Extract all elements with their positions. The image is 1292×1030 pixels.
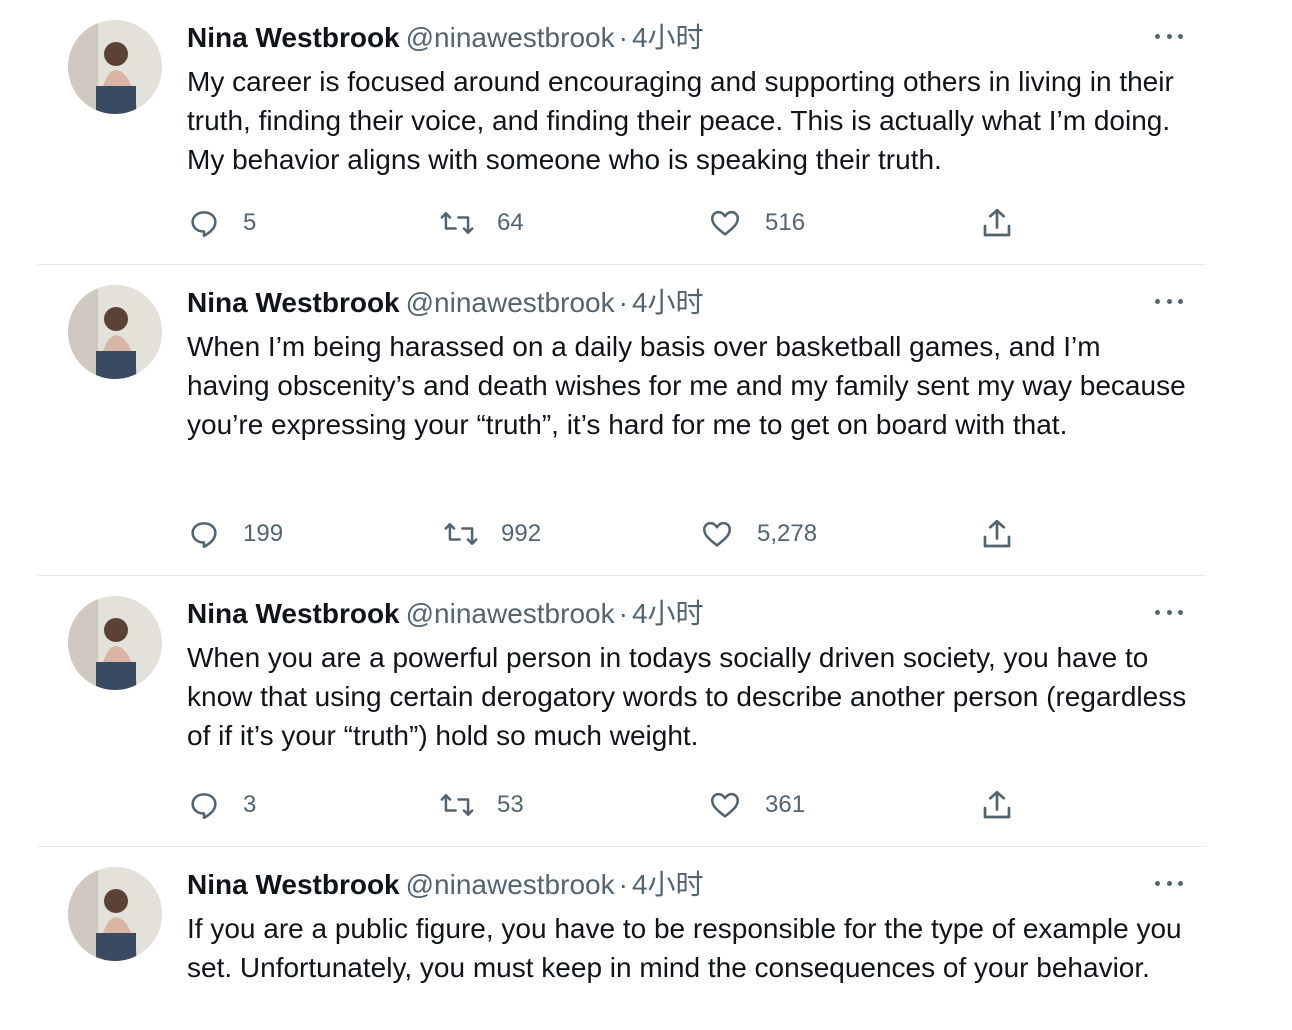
more-dots-icon[interactable] — [1152, 871, 1186, 895]
separator-dot: · — [618, 22, 628, 53]
tweet-header: Nina Westbrook @ninawestbrook · 4小时 — [187, 867, 704, 903]
like-count: 361 — [765, 791, 806, 818]
tweet[interactable]: Nina Westbrook @ninawestbrook · 4小时 If you … — [38, 847, 1206, 1030]
author-name[interactable]: Nina Westbrook — [187, 22, 400, 53]
heart-icon — [702, 521, 732, 547]
comment-bubble-icon — [191, 793, 217, 820]
tweet-text: If you are a public figure, you have to … — [187, 913, 1182, 983]
share-button[interactable] — [979, 785, 1015, 825]
timestamp[interactable]: 4小时 — [632, 869, 704, 900]
author-handle[interactable]: @ninawestbrook — [406, 287, 615, 318]
author-name[interactable]: Nina Westbrook — [187, 287, 400, 318]
author-handle[interactable]: @ninawestbrook — [406, 598, 615, 629]
comment-bubble-icon — [191, 211, 217, 238]
tweet-actions: 3 53 361 — [187, 785, 1067, 825]
retweet-arrows-icon — [444, 523, 478, 545]
avatar[interactable] — [68, 20, 162, 114]
like-button[interactable]: 5,278 — [699, 514, 817, 554]
tweet-header: Nina Westbrook @ninawestbrook · 4小时 — [187, 285, 704, 321]
share-upload-icon — [983, 208, 1011, 237]
heart-icon — [710, 792, 740, 818]
heart-icon — [710, 210, 740, 236]
retweet-count: 53 — [497, 791, 524, 818]
retweet-count: 64 — [497, 209, 524, 236]
author-handle[interactable]: @ninawestbrook — [406, 869, 615, 900]
author-name[interactable]: Nina Westbrook — [187, 598, 400, 629]
comment-bubble-icon — [191, 522, 217, 549]
avatar[interactable] — [68, 867, 162, 961]
author-name[interactable]: Nina Westbrook — [187, 869, 400, 900]
timestamp[interactable]: 4小时 — [632, 22, 704, 53]
avatar[interactable] — [68, 596, 162, 690]
separator-dot: · — [618, 869, 628, 900]
tweet-actions: 5 64 516 — [187, 203, 1067, 243]
like-count: 516 — [765, 209, 806, 236]
tweet-text: My career is focused around encouraging … — [187, 66, 1174, 175]
share-upload-icon — [983, 519, 1011, 548]
retweet-button[interactable]: 64 — [439, 203, 524, 243]
timestamp[interactable]: 4小时 — [632, 598, 704, 629]
more-dots-icon[interactable] — [1152, 289, 1186, 313]
retweet-button[interactable]: 992 — [443, 514, 541, 554]
tweet-text: When I’m being harassed on a daily basis… — [187, 331, 1186, 440]
tweet-actions: 199 992 5,278 — [187, 514, 1067, 554]
separator-dot: · — [618, 287, 628, 318]
more-dots-icon[interactable] — [1152, 24, 1186, 48]
avatar[interactable] — [68, 285, 162, 379]
reply-button[interactable]: 3 — [187, 785, 256, 825]
tweet-header: Nina Westbrook @ninawestbrook · 4小时 — [187, 20, 704, 56]
retweet-button[interactable]: 53 — [439, 785, 524, 825]
share-button[interactable] — [979, 203, 1015, 243]
retweet-arrows-icon — [440, 212, 474, 234]
reply-count: 3 — [243, 791, 257, 818]
reply-button[interactable]: 5 — [187, 203, 256, 243]
reply-button[interactable]: 199 — [187, 514, 283, 554]
tweet[interactable]: Nina Westbrook @ninawestbrook · 4小时 When I’… — [38, 265, 1206, 576]
reply-count: 5 — [243, 209, 257, 236]
tweet[interactable]: Nina Westbrook @ninawestbrook · 4小时 My care… — [38, 0, 1206, 265]
like-button[interactable]: 516 — [707, 203, 805, 243]
separator-dot: · — [618, 598, 628, 629]
reply-count: 199 — [243, 520, 284, 547]
like-count: 5,278 — [757, 520, 818, 547]
tweet[interactable]: Nina Westbrook @ninawestbrook · 4小时 When yo… — [38, 576, 1206, 847]
share-upload-icon — [983, 790, 1011, 819]
retweet-count: 992 — [501, 520, 542, 547]
author-handle[interactable]: @ninawestbrook — [406, 22, 615, 53]
more-dots-icon[interactable] — [1152, 600, 1186, 624]
retweet-arrows-icon — [440, 794, 474, 816]
share-button[interactable] — [979, 514, 1015, 554]
like-button[interactable]: 361 — [707, 785, 805, 825]
tweet-header: Nina Westbrook @ninawestbrook · 4小时 — [187, 596, 704, 632]
timestamp[interactable]: 4小时 — [632, 287, 704, 318]
tweet-feed: Nina Westbrook @ninawestbrook · 4小时 My care… — [0, 0, 1292, 1030]
tweet-text: When you are a powerful person in todays… — [187, 642, 1187, 751]
